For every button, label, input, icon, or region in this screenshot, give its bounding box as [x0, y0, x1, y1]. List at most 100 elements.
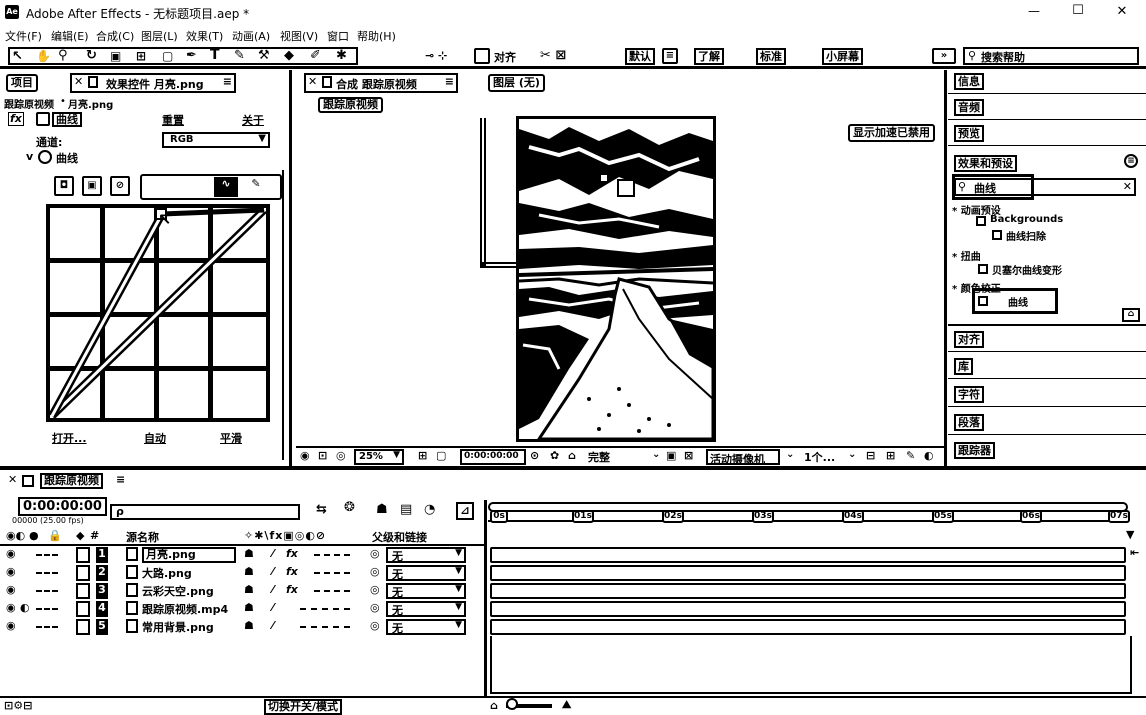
new-folder-icon[interactable]: ⌂: [1122, 308, 1140, 322]
workspace-learn[interactable]: 了解: [694, 48, 724, 65]
menu-help[interactable]: 帮助(H): [357, 28, 396, 44]
open-button[interactable]: 打开...: [52, 430, 87, 446]
chevron-down-icon[interactable]: ⌄: [848, 449, 856, 460]
channel-select[interactable]: RGB ▼: [162, 132, 270, 148]
moon-layer-handle[interactable]: [617, 179, 635, 197]
zoom-in-icon[interactable]: ⛰: [562, 698, 571, 712]
zoom-slider-handle[interactable]: [506, 698, 518, 710]
tree-effect-curves[interactable]: 曲线: [1008, 294, 1028, 309]
safe-zone-icon[interactable]: ▢: [436, 449, 446, 462]
comp-sub-tab[interactable]: 跟踪原视频: [318, 97, 383, 113]
curve-bezier-icon[interactable]: ∿: [214, 177, 238, 197]
tree-effect-bezier-warp[interactable]: 贝塞尔曲线变形: [992, 262, 1062, 277]
panel-menu-icon[interactable]: ≡: [1124, 154, 1138, 168]
panel-menu-icon[interactable]: ≡: [223, 75, 232, 88]
exposure-icon[interactable]: ✎: [906, 449, 915, 462]
maximize-button[interactable]: ☐: [1068, 3, 1088, 18]
resolution-select[interactable]: 完整: [586, 449, 646, 465]
type-tool-icon[interactable]: T: [210, 47, 220, 63]
layer-bar[interactable]: [490, 565, 1126, 581]
comp-viewer[interactable]: [296, 116, 944, 446]
tab-project[interactable]: 项目: [6, 74, 38, 92]
expand-arrow-icon[interactable]: v: [26, 150, 33, 163]
mask-view-icon[interactable]: ⊡: [318, 449, 327, 462]
tree-folder-backgrounds[interactable]: Backgrounds: [990, 214, 1063, 225]
camera-select[interactable]: 活动摄像机: [706, 449, 780, 466]
breadcrumb-layer[interactable]: 月亮.png: [68, 96, 113, 111]
lock-icon[interactable]: [88, 76, 98, 88]
roi-icon[interactable]: ▣: [666, 449, 676, 462]
chevron-down-icon[interactable]: ⌄: [652, 449, 660, 460]
color-icon[interactable]: ⌂: [568, 449, 576, 462]
layer-bar[interactable]: [490, 583, 1126, 599]
menu-window[interactable]: 窗口: [327, 28, 349, 44]
workspace-small-screen[interactable]: 小屏幕: [822, 48, 863, 65]
proxy-icon[interactable]: ◎: [336, 449, 346, 462]
workspace-menu-icon[interactable]: ≡: [662, 48, 678, 64]
minimize-button[interactable]: —: [1024, 4, 1044, 18]
layer-bar[interactable]: [490, 619, 1126, 635]
workspace-overflow-icon[interactable]: »: [932, 48, 956, 64]
workspace-default[interactable]: 默认: [625, 48, 655, 65]
align-checkbox[interactable]: [474, 48, 490, 64]
curve-resize-icon[interactable]: ▣: [82, 176, 102, 196]
render-icon[interactable]: ⊟: [866, 449, 875, 462]
zoom-tool-icon[interactable]: ⚲: [58, 48, 68, 63]
tool-extra-icon[interactable]: ✂ ⊠: [540, 48, 566, 63]
reset-link[interactable]: 重置: [162, 112, 184, 128]
timecode-display[interactable]: 0:00:00:00: [460, 449, 526, 465]
tracker-panel[interactable]: 跟踪器: [948, 439, 1146, 463]
close-icon[interactable]: ✕: [74, 75, 83, 88]
grid-icon[interactable]: ⊞: [418, 449, 427, 462]
mask-tool-icon[interactable]: ▢: [162, 49, 173, 63]
menu-file[interactable]: 文件(F): [5, 28, 42, 44]
brush-tool-icon[interactable]: ✎: [234, 48, 245, 63]
always-preview-icon[interactable]: ◉: [300, 449, 310, 462]
clone-stamp-tool-icon[interactable]: ⚒: [258, 48, 270, 63]
selection-tool-icon[interactable]: ↖: [12, 49, 23, 64]
roto-brush-tool-icon[interactable]: ✐: [310, 48, 321, 63]
character-panel[interactable]: 字符: [948, 383, 1146, 407]
close-button[interactable]: ✕: [1112, 4, 1132, 19]
pen-tool-icon[interactable]: ✒: [186, 48, 197, 63]
reset-exposure-icon[interactable]: ◐: [924, 449, 934, 462]
effect-lock-icon[interactable]: [36, 112, 50, 126]
camera-tool-icon[interactable]: ▣: [110, 49, 121, 63]
channel-icon[interactable]: ✿: [550, 449, 559, 462]
lock-icon[interactable]: [322, 76, 332, 88]
eraser-tool-icon[interactable]: ◆: [284, 48, 294, 63]
smooth-button[interactable]: 平滑: [220, 430, 242, 446]
comp-settings-icon[interactable]: ⊡⚙⊟: [4, 699, 32, 712]
menu-composition[interactable]: 合成(C): [96, 28, 134, 44]
comp-tab[interactable]: ✕ 合成 跟踪原视频 ≡: [304, 73, 458, 93]
panel-menu-icon[interactable]: ≡: [445, 75, 454, 88]
rotate-tool-icon[interactable]: ↻: [86, 48, 97, 63]
hand-tool-icon[interactable]: ✋: [36, 49, 51, 63]
tree-preset-curve-sweep[interactable]: 曲线扫除: [1006, 228, 1046, 243]
zoom-select[interactable]: 25% ▼: [354, 449, 404, 465]
transparency-icon[interactable]: ⊠: [684, 449, 693, 462]
menu-animation[interactable]: 动画(A): [232, 28, 270, 44]
menu-effect[interactable]: 效果(T): [186, 28, 223, 44]
preview-panel[interactable]: 预览: [948, 122, 1146, 146]
close-icon[interactable]: ✕: [308, 75, 317, 88]
snapping-icon[interactable]: ⊸ ⊹: [425, 49, 447, 62]
curve-rgb-icon[interactable]: ◘: [54, 176, 74, 196]
effect-name[interactable]: 曲线: [52, 112, 82, 127]
chevron-down-icon[interactable]: ⌄: [786, 449, 794, 460]
about-link[interactable]: 关于: [242, 112, 264, 128]
zoom-out-icon[interactable]: ⌂: [490, 699, 498, 712]
library-panel[interactable]: 库: [948, 355, 1146, 379]
snapshot-icon[interactable]: ⊙: [530, 449, 539, 462]
effect-controls-tab[interactable]: ✕ 效果控件 月亮.png ≡: [70, 73, 236, 93]
layer-tab[interactable]: 图层 (无): [488, 74, 545, 92]
stopwatch-icon[interactable]: [38, 150, 52, 164]
breadcrumb-comp[interactable]: 跟踪原视频: [4, 96, 54, 111]
scrollbar[interactable]: [282, 170, 288, 460]
menu-edit[interactable]: 编辑(E): [51, 28, 89, 44]
curve-reset-icon[interactable]: ⊘: [110, 176, 130, 196]
curves-graph[interactable]: ↖: [46, 204, 270, 422]
anchor-point-icon[interactable]: [599, 173, 609, 183]
paragraph-panel[interactable]: 段落: [948, 411, 1146, 435]
layer-bar[interactable]: [490, 601, 1126, 617]
